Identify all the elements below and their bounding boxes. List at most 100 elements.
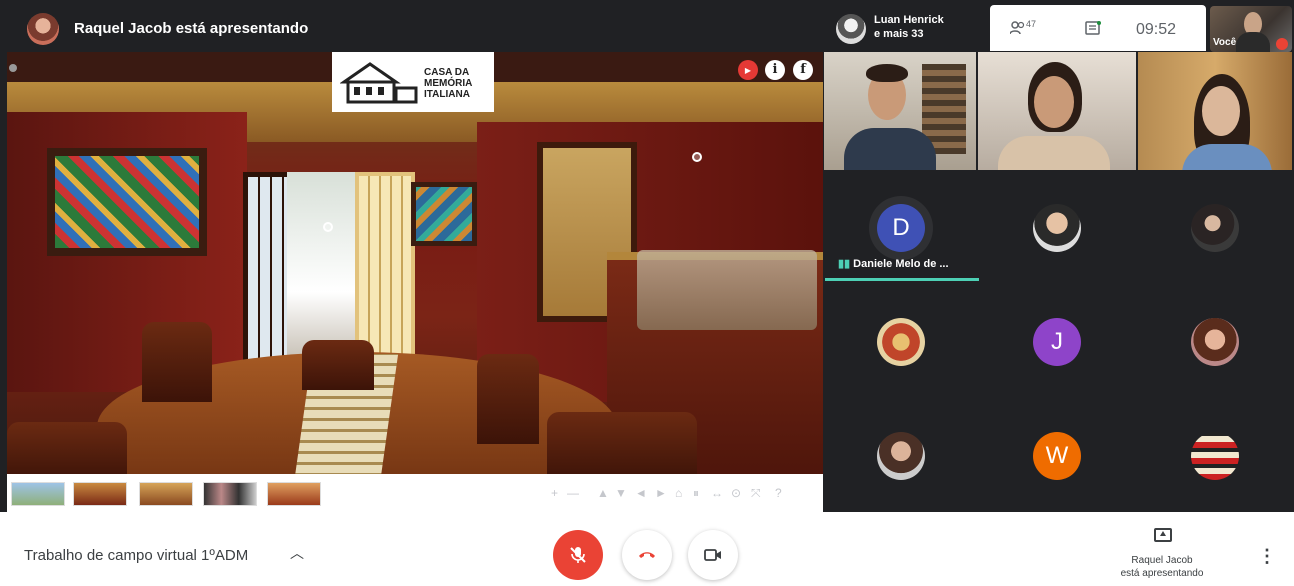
muted-icon [1276,38,1288,50]
participant-avatar: D [877,204,925,252]
self-label: Você [1213,37,1237,48]
navigation-hotspot[interactable] [323,222,333,232]
participant-head [1034,76,1074,128]
others-label[interactable]: Luan Henrick e mais 33 [874,13,944,41]
camera-icon [704,549,721,561]
others-count: e mais 33 [874,28,924,40]
chat-button[interactable] [1085,21,1101,42]
zoom-in-control[interactable]: + [551,486,558,500]
participant-tile[interactable]: J [982,292,1132,392]
participant-head [1202,86,1240,136]
participant-photo-avatar [1191,204,1239,252]
participant-photo-avatar [877,318,925,366]
youtube-icon[interactable]: ▶ [738,60,758,80]
help-control[interactable]: ? [775,486,782,500]
tour-thumbnail-bar: + — ▲ ▼ ◄ ► ⌂ ⏸ ↔ ⊙ ⤧ ? [7,474,823,512]
pan-right-control[interactable]: ► [655,486,667,500]
participant-tile[interactable] [826,292,976,392]
camera-button[interactable] [688,530,738,580]
hang-up-icon [639,552,655,558]
thumbnail-room[interactable] [267,482,321,506]
participant-video-2[interactable] [978,52,1136,170]
speaker-name: Daniele Melo de ... [853,258,949,270]
participant-tile[interactable] [982,178,1132,278]
stained-glass-window [47,148,207,256]
chat-icon [1085,21,1101,35]
self-view-tile[interactable]: Você [1210,6,1292,52]
fullscreen-control[interactable]: ⤧ [751,486,761,501]
people-icon [1010,21,1025,35]
self-body [1236,32,1270,52]
chair [302,340,374,390]
logo-line-1: CASA DA [424,67,470,78]
logo-text: CASA DA MEMÓRIA ITALIANA [424,67,472,100]
navigation-hotspot[interactable] [692,152,702,162]
participant-body [998,136,1110,170]
participant-photo-avatar [1191,318,1239,366]
microphone-button[interactable] [553,530,603,580]
participant-avatar: W [1033,432,1081,480]
shared-screen[interactable]: CASA DA MEMÓRIA ITALIANA ▶ i f + — ▲ ▼ ◄… [7,52,823,512]
pan-left-control[interactable]: ◄ [635,486,647,500]
tilt-down-control[interactable]: ▼ [615,486,627,500]
presenting-name: Raquel Jacob [1131,555,1193,566]
chair [477,354,539,444]
thumbnail-room[interactable] [139,482,193,506]
leave-call-button[interactable] [622,530,672,580]
casa-memoria-logo: CASA DA MEMÓRIA ITALIANA [332,52,494,112]
participant-tile[interactable] [826,406,976,506]
meet-window: Raquel Jacob está apresentando Luan Henr… [0,0,1294,586]
others-avatar[interactable] [836,14,866,44]
participant-video-3[interactable] [1138,52,1292,170]
cabinet-glass [637,250,817,330]
participant-tile[interactable] [1140,292,1290,392]
more-options-icon[interactable]: ⋮ [1258,546,1276,567]
participant-body [1182,144,1272,170]
chair [547,412,697,474]
presenting-status[interactable]: Raquel Jacob está apresentando [1100,554,1224,580]
presenter-avatar [27,13,59,45]
participant-video-1[interactable] [824,52,976,170]
virtual-tour-view[interactable] [7,82,823,474]
people-button[interactable]: 47 [1010,19,1040,39]
thumbnail-exterior[interactable] [11,482,65,506]
speaking-indicator-bar [825,278,979,281]
clock: 09:52 [1136,21,1177,38]
stained-glass-window-small [411,182,477,246]
thumbnail-room[interactable] [73,482,127,506]
rotate-control[interactable]: ↔ [711,486,723,500]
facebook-icon[interactable]: f [793,60,813,80]
participant-body [844,128,936,170]
bottom-bar: Trabalho de campo virtual 1ºADM ︿ Raquel… [0,512,1294,586]
zoom-out-control[interactable]: — [567,486,579,500]
participant-tile[interactable]: W [982,406,1132,506]
present-screen-icon[interactable] [1154,528,1172,542]
presenter-banner: Raquel Jacob está apresentando [74,20,309,37]
participant-tile-speaking[interactable]: D ▮▮ Daniele Melo de ... [826,178,976,278]
meeting-title[interactable]: Trabalho de campo virtual 1ºADM [24,547,248,564]
logo-line-2: MEMÓRIA [424,78,473,89]
chair [142,322,212,402]
mic-off-icon [570,547,586,563]
participant-tile[interactable] [1140,178,1290,278]
info-icon[interactable]: i [765,60,785,80]
pause-control[interactable]: ⏸ [693,486,699,501]
participant-tile[interactable] [1140,406,1290,506]
participant-hair [866,64,908,82]
participant-name: ▮▮ Daniele Melo de ... [838,257,949,270]
top-info-card: 47 09:52 [990,5,1206,51]
chevron-up-icon[interactable]: ︿ [290,543,304,563]
thumbnail-room[interactable] [203,482,257,506]
house-logo-icon [340,62,418,104]
home-control[interactable]: ⌂ [675,486,682,500]
menu-dot-icon[interactable] [9,64,17,72]
tilt-up-control[interactable]: ▲ [597,486,609,500]
participant-avatar: J [1033,318,1081,366]
gyro-control[interactable]: ⊙ [731,486,741,500]
logo-line-3: ITALIANA [424,89,470,100]
participant-photo-avatar [1191,432,1239,480]
top-bar: Raquel Jacob está apresentando Luan Henr… [0,0,1294,52]
speaking-indicator-icon: ▮▮ [838,258,854,270]
others-name: Luan Henrick [874,14,944,26]
people-count: 47 [1026,19,1037,29]
